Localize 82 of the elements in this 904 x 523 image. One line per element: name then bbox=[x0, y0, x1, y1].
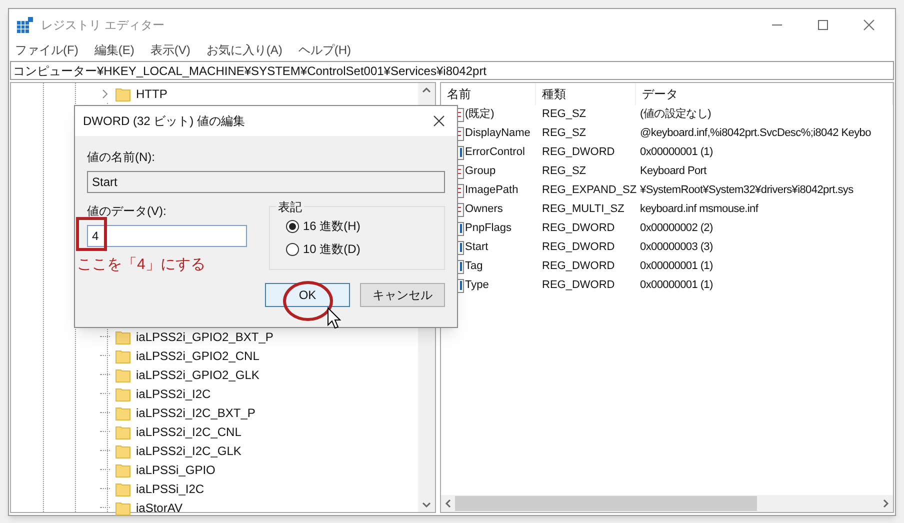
tree-item[interactable]: iaLPSS2i_GPIO2_GLK bbox=[136, 366, 260, 384]
folder-icon bbox=[115, 500, 131, 516]
value-name[interactable]: DisplayName bbox=[465, 125, 530, 142]
tree-item[interactable]: iaLPSS2i_I2C_GLK bbox=[136, 442, 242, 460]
folder-icon bbox=[115, 386, 131, 402]
folder-icon bbox=[115, 424, 131, 440]
tree-item[interactable]: iaLPSS2i_I2C_CNL bbox=[136, 422, 242, 440]
value-data: 0x00000001 (1) bbox=[639, 259, 714, 274]
value-type: REG_SZ bbox=[541, 126, 588, 142]
value-name[interactable]: Start bbox=[465, 239, 488, 256]
menu-item[interactable]: 表示(V) bbox=[150, 41, 190, 59]
value-name[interactable]: ImagePath bbox=[465, 182, 518, 199]
tree-item[interactable]: iaLPSSi_I2C bbox=[136, 480, 204, 498]
value-name-field[interactable]: Start bbox=[87, 171, 445, 193]
value-data: 0x00000002 (2) bbox=[639, 221, 714, 236]
folder-icon bbox=[115, 442, 131, 458]
registry-editor-icon bbox=[17, 17, 33, 33]
annotation-note: ここを「4」にする bbox=[77, 255, 206, 275]
value-data: (値の設定なし) bbox=[639, 106, 712, 122]
value-name[interactable]: Group bbox=[465, 163, 496, 180]
menu-item[interactable]: ヘルプ(H) bbox=[298, 41, 351, 59]
folder-icon bbox=[115, 348, 131, 364]
menu-item[interactable]: ファイル(F) bbox=[15, 41, 78, 59]
menu-item[interactable]: お気に入り(A) bbox=[206, 41, 282, 59]
folder-icon bbox=[115, 462, 131, 478]
radio-label[interactable]: 10 進数(D) bbox=[303, 240, 360, 258]
value-name[interactable]: Tag bbox=[465, 258, 483, 275]
radio-button[interactable] bbox=[286, 242, 299, 256]
tree-item[interactable]: iaLPSS2i_I2C_BXT_P bbox=[136, 404, 256, 422]
field-label: 値のデータ(V): bbox=[87, 203, 168, 220]
value-type: REG_DWORD bbox=[541, 240, 616, 256]
folder-icon bbox=[115, 86, 131, 102]
value-type: REG_MULTI_SZ bbox=[541, 202, 626, 218]
value-type: REG_SZ bbox=[541, 107, 588, 122]
highlight-rectangle bbox=[76, 217, 107, 251]
value-name[interactable]: Type bbox=[465, 277, 489, 294]
folder-icon bbox=[115, 480, 131, 496]
value-name[interactable]: Owners bbox=[465, 201, 503, 218]
value-type: REG_DWORD bbox=[541, 221, 616, 236]
tree-item[interactable]: iaLPSS2i_GPIO2_BXT_P bbox=[136, 328, 274, 346]
column-header[interactable]: データ bbox=[636, 83, 893, 105]
tree-item[interactable]: iaStorAV bbox=[136, 498, 182, 516]
close-icon[interactable] bbox=[433, 115, 445, 127]
group-label: 表記 bbox=[276, 198, 304, 216]
field-label: 値の名前(N): bbox=[87, 149, 156, 166]
folder-icon bbox=[115, 404, 131, 420]
tree-item[interactable]: HTTP bbox=[136, 84, 168, 102]
value-name[interactable]: PnpFlags bbox=[465, 220, 512, 237]
menu-item[interactable]: 編集(E) bbox=[94, 41, 134, 59]
value-type: REG_SZ bbox=[541, 164, 588, 180]
close-icon[interactable] bbox=[863, 19, 875, 31]
window-title: レジストリ エディター bbox=[41, 17, 164, 34]
value-type: REG_EXPAND_SZ bbox=[541, 183, 636, 198]
horizontal-scrollbar[interactable] bbox=[441, 495, 893, 512]
value-data: keyboard.inf msmouse.inf bbox=[639, 202, 760, 218]
value-type: REG_DWORD bbox=[541, 278, 616, 294]
radio-label[interactable]: 16 進数(H) bbox=[303, 217, 360, 235]
dialog-button[interactable]: OK bbox=[265, 282, 350, 306]
dialog-button[interactable]: キャンセル bbox=[360, 282, 445, 306]
value-name[interactable]: (既定) bbox=[465, 106, 494, 123]
value-data: 0x00000003 (3) bbox=[639, 240, 714, 256]
value-type: REG_DWORD bbox=[541, 145, 616, 160]
folder-icon bbox=[115, 366, 131, 382]
address-bar[interactable]: コンピューター¥HKEY_LOCAL_MACHINE¥SYSTEM¥ControlSet001¥Services¥i8042prt bbox=[10, 61, 894, 80]
chevron-icon[interactable] bbox=[100, 88, 110, 98]
value-data: @keyboard.inf,%i8042prt.SvcDesc%;i8042 Keybo bbox=[639, 126, 872, 142]
tree-item[interactable]: iaLPSS2i_GPIO2_CNL bbox=[136, 346, 260, 364]
dialog-title: DWORD (32 ビット) 値の編集 bbox=[83, 113, 245, 130]
value-data-field[interactable]: 4 bbox=[87, 225, 247, 247]
column-header[interactable]: 種類 bbox=[536, 83, 636, 105]
tree-item[interactable]: iaLPSS2i_I2C bbox=[136, 384, 211, 402]
value-data: Keyboard Port bbox=[639, 164, 708, 180]
value-name[interactable]: ErrorControl bbox=[465, 144, 525, 161]
value-data: 0x00000001 (1) bbox=[639, 278, 714, 294]
radio-button[interactable] bbox=[286, 220, 299, 232]
maximize-icon[interactable] bbox=[817, 19, 829, 31]
mouse-cursor-icon bbox=[327, 307, 341, 329]
value-type: REG_DWORD bbox=[541, 259, 616, 274]
tree-item[interactable]: iaLPSSi_GPIO bbox=[136, 460, 216, 478]
scrollbar-thumb[interactable] bbox=[455, 496, 757, 511]
value-data: ¥SystemRoot¥System32¥drivers¥i8042prt.sys bbox=[639, 183, 854, 198]
value-data: 0x00000001 (1) bbox=[639, 145, 714, 160]
